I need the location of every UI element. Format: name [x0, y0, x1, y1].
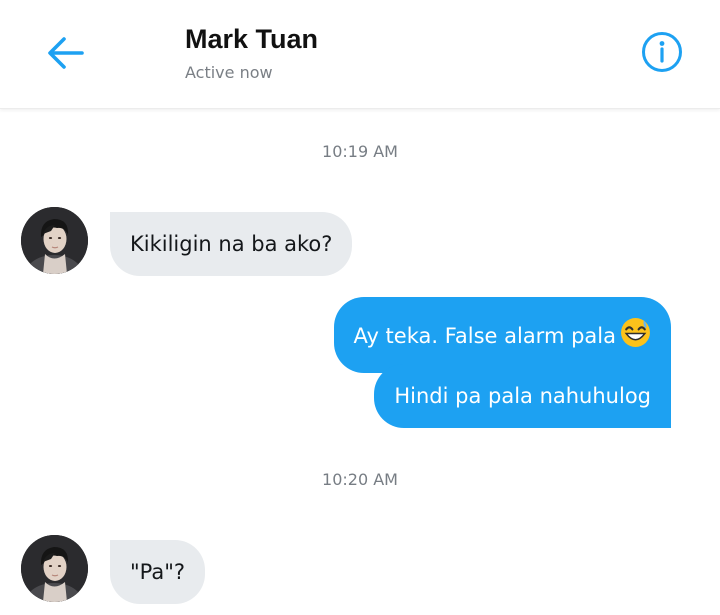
outgoing-message-bubble[interactable]: Hindi pa pala nahuhulog [374, 364, 671, 428]
contact-name[interactable]: Mark Tuan [185, 24, 318, 55]
contact-avatar[interactable] [21, 207, 88, 274]
info-icon [642, 32, 682, 72]
incoming-message-bubble[interactable]: Kikiligin na ba ako? [110, 212, 353, 276]
outgoing-message-bubble[interactable]: Ay teka. False alarm pala [333, 297, 671, 373]
contact-status: Active now [185, 63, 273, 82]
message-timestamp: 10:19 AM [322, 142, 398, 161]
info-button[interactable] [640, 30, 684, 74]
message-text: Hindi pa pala nahuhulog [394, 384, 651, 408]
message-text: "Pa"? [130, 560, 186, 584]
grinning-sweat-emoji-icon [620, 317, 651, 353]
message-text: Kikiligin na ba ako? [130, 232, 333, 256]
dm-conversation-screen: Mark Tuan Active now 10:19 AM Kikiligin … [0, 0, 720, 615]
contact-avatar[interactable] [21, 535, 88, 602]
arrow-left-icon [48, 37, 84, 69]
incoming-message-bubble[interactable]: "Pa"? [110, 540, 206, 604]
message-text: Ay teka. False alarm pala [353, 324, 616, 348]
message-timestamp: 10:20 AM [322, 470, 398, 489]
conversation-header: Mark Tuan Active now [0, 0, 720, 109]
back-button[interactable] [44, 30, 90, 76]
